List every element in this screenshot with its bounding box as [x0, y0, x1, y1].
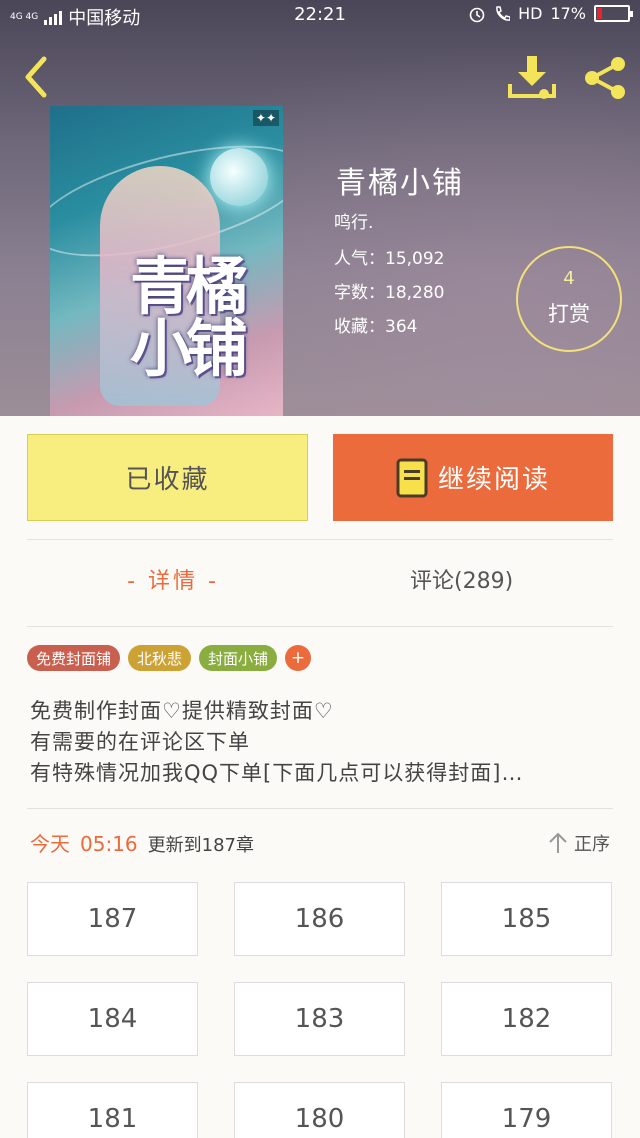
book-cover[interactable]: 青橘小铺 ✦✦ [50, 106, 283, 416]
reward-label: 打赏 [548, 302, 590, 326]
sort-label: 正序 [574, 834, 610, 855]
cover-moon [210, 148, 268, 206]
divider [27, 626, 613, 627]
book-popularity: 人气：15,092 [334, 249, 445, 269]
status-bar: 4G 4G 中国移动 22:21 HD 17% [0, 0, 640, 32]
tag-chip[interactable]: 封面小铺 [199, 645, 278, 671]
chapter-button[interactable]: 179 [441, 1082, 612, 1138]
chapter-button[interactable]: 182 [441, 982, 612, 1056]
book-word-count: 字数：18,280 [334, 283, 445, 303]
tag-list: 免费封面铺 北秋悲 封面小铺 + [27, 645, 312, 671]
book-title: 青橘小铺 [336, 166, 464, 201]
tab-detail[interactable]: - 详情 - [108, 563, 238, 595]
reward-button[interactable]: 4 打赏 [516, 246, 622, 352]
intro-line: 有需要的在评论区下单 [30, 730, 250, 754]
cover-logo-icon: ✦✦ [252, 110, 279, 126]
chapter-button[interactable]: 180 [234, 1082, 405, 1138]
update-info: 今天 05:16 更新到187章 [30, 828, 254, 857]
favorited-label: 已收藏 [125, 465, 210, 495]
update-chapter: 更新到187章 [147, 835, 254, 856]
chapter-button[interactable]: 187 [27, 882, 198, 956]
download-icon [508, 56, 556, 99]
tab-comments[interactable]: 评论(289) [410, 563, 513, 595]
book-icon [396, 458, 428, 497]
intro-line: 有特殊情况加我QQ下单[下面几点可以获得封面]… [30, 761, 524, 785]
chapter-button[interactable]: 185 [441, 882, 612, 956]
intro-line: 免费制作封面♡提供精致封面♡ [30, 699, 334, 723]
share-button[interactable] [580, 54, 630, 102]
battery-percent: 17% [550, 4, 586, 23]
tag-chip[interactable]: 免费封面铺 [27, 645, 121, 671]
back-button[interactable] [18, 55, 58, 99]
chapter-button[interactable]: 181 [27, 1082, 198, 1138]
battery-icon [594, 5, 633, 22]
phone-icon [496, 5, 511, 21]
cover-title: 青橘小铺 [130, 250, 248, 385]
book-introduction[interactable]: 免费制作封面♡提供精致封面♡ 有需要的在评论区下单 有特殊情况加我QQ下单[下面… [30, 696, 620, 789]
divider [27, 808, 613, 809]
sort-order-button[interactable]: 正序 [548, 830, 610, 856]
divider [27, 539, 613, 540]
chapter-button[interactable]: 183 [234, 982, 405, 1056]
chevron-left-icon [25, 56, 47, 98]
continue-reading-label: 继续阅读 [437, 465, 550, 495]
arrow-up-icon [549, 832, 567, 853]
download-button[interactable] [506, 54, 558, 100]
battery-fill [597, 8, 602, 19]
book-author[interactable]: 鸣行. [334, 208, 373, 233]
chapter-button[interactable]: 184 [27, 982, 198, 1056]
favorited-button[interactable]: 已收藏 [27, 434, 308, 521]
share-icon [585, 57, 625, 99]
reward-count: 4 [563, 268, 575, 289]
book-favorites: 收藏：364 [334, 317, 418, 337]
tag-chip[interactable]: 北秋悲 [128, 645, 192, 671]
update-day: 今天 [30, 832, 70, 856]
alarm-icon [469, 7, 485, 22]
add-tag-button[interactable]: + [285, 645, 312, 671]
hd-label: HD [518, 4, 543, 23]
update-time: 05:16 [80, 832, 138, 856]
continue-reading-button[interactable]: 继续阅读 [333, 434, 613, 521]
chapter-button[interactable]: 186 [234, 882, 405, 956]
